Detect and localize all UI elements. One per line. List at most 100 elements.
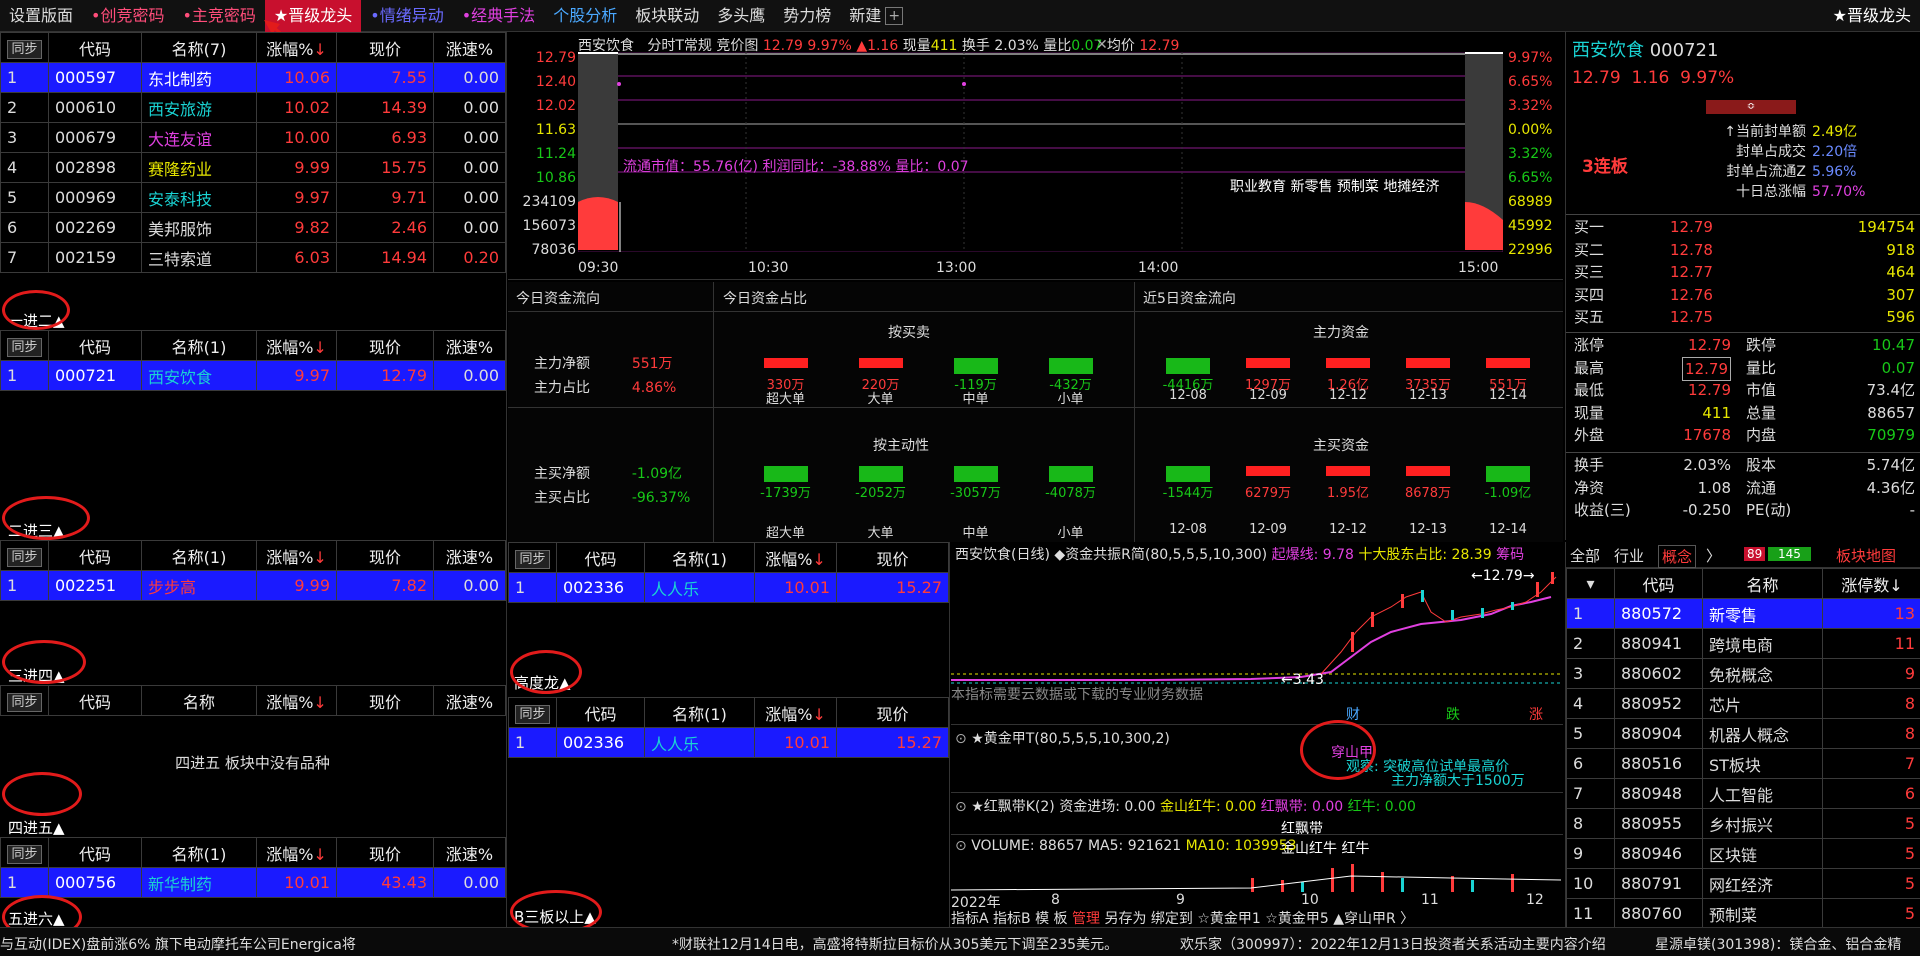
tab-bind[interactable]: 绑定到 [1151,911,1193,927]
col-change[interactable]: 涨幅%↓ [256,540,337,571]
tab-indicator-b[interactable]: 指标B [993,911,1031,927]
sector-row[interactable]: 1 880572 新零售 13 [1566,598,1920,629]
col-code[interactable]: 代码 [48,330,142,361]
table-row[interactable]: 1 002336 人人乐 10.01 15.27 [508,727,949,758]
menu-zhujing[interactable]: •主竞密码 [173,0,264,32]
indicator1-label[interactable]: ⊙ ★黄金甲T(80,5,5,5,10,300,2) [955,728,1170,748]
col-price[interactable]: 现价 [336,32,434,63]
kline-panel[interactable]: 西安饮食(日线) ◆资金共振R简(80,5,5,5,10,300) 起爆线: 9… [951,542,1563,927]
table-row[interactable]: 7 002159 三特索道 6.03 14.94 0.20 [0,242,506,273]
sector-row[interactable]: 7 880948 人工智能 6 [1566,778,1920,809]
menu-sector-link[interactable]: 板块联动 [626,0,708,32]
col-name[interactable]: 名称(1) [141,540,257,571]
col-sector-code[interactable]: 代码 [1614,568,1703,599]
tabs-more-icon[interactable]: 〉 [1706,545,1721,566]
table-row[interactable]: 1 000721 西安饮食 9.97 12.79 0.00 [0,360,506,391]
tab-concept[interactable]: 概念 [1658,545,1697,568]
tab-all[interactable]: 全部 [1570,545,1600,566]
order-book-row[interactable]: 买四 12.76 307 [1566,284,1920,307]
order-book-row[interactable]: 买五 12.75 596 [1566,306,1920,329]
tab-board[interactable]: 板 [1054,911,1068,927]
table-row[interactable]: 3 000679 大连友谊 10.00 6.93 0.00 [0,122,506,153]
col-code[interactable]: 代码 [48,32,142,63]
col-speed[interactable]: 涨速% [433,837,506,868]
col-price[interactable]: 现价 [836,697,949,728]
col-change[interactable]: 涨幅%↓ [256,837,337,868]
mark-down[interactable]: 跌 [1446,704,1460,724]
menu-bull-eagle[interactable]: 多头鹰 [708,0,774,32]
indicator2-label[interactable]: ⊙ ★红飘带K(2) 资金进场: 0.00 金山红牛: 0.00 红飘带: 0.… [955,796,1416,816]
col-speed[interactable]: 涨速% [433,685,506,716]
menu-stock-analysis[interactable]: 个股分析 [544,0,626,32]
col-name[interactable]: 名称(7) [141,32,257,63]
col-change[interactable]: 涨幅%↓ [256,32,337,63]
table-row[interactable]: 1 000756 新华制药 10.01 43.43 0.00 [0,867,506,898]
tabs-next-icon[interactable]: 〉 [1400,911,1414,927]
menu-new[interactable]: 新建 [840,0,883,32]
order-book-row[interactable]: 买二 12.78 918 [1566,239,1920,262]
section-label-4to5[interactable]: 四进五▲ [8,817,65,838]
col-name[interactable]: 名称(1) [141,330,257,361]
menu-emotion[interactable]: •情绪异动 [361,0,452,32]
sync-button[interactable]: 同步 [7,40,42,59]
ticker-item[interactable]: *财联社12月14日电，高盛将特斯拉目标价从305美元下调至235美元。 [672,934,1118,954]
tab-huangjin1[interactable]: ☆黄金甲1 [1197,911,1260,927]
tab-chuanshan[interactable]: ▲穿山甲R [1333,911,1396,927]
order-book-row[interactable]: 买一 12.79 194754 [1566,216,1920,239]
col-speed[interactable]: 涨速% [433,330,506,361]
col-name[interactable]: 名称(1) [644,542,755,573]
col-name[interactable]: 名称(1) [141,837,257,868]
col-price[interactable]: 现价 [336,330,434,361]
table-row[interactable]: 1 000597 东北制药 10.06 7.55 0.00 [0,62,506,93]
sector-row[interactable]: 8 880955 乡村振兴 5 [1566,808,1920,839]
col-change[interactable]: 涨幅%↓ [256,685,337,716]
col-code[interactable]: 代码 [48,685,142,716]
sync-button[interactable]: 同步 [515,550,550,569]
col-speed[interactable]: 涨速% [433,540,506,571]
col-speed[interactable]: 涨速% [433,32,506,63]
menu-power[interactable]: 势力榜 [774,0,840,32]
col-sector-name[interactable]: 名称 [1702,568,1823,599]
col-name[interactable]: 名称 [141,685,257,716]
col-code[interactable]: 代码 [556,697,645,728]
sync-button[interactable]: 同步 [515,705,550,724]
volume-label[interactable]: ⊙ VOLUME: 88657 MA5: 921621 MA10: 103995… [955,838,1297,854]
tab-huangjin5[interactable]: ☆黄金甲5 [1265,911,1328,927]
sync-button[interactable]: 同步 [7,693,42,712]
col-code[interactable]: 代码 [48,540,142,571]
sector-row[interactable]: 11 880760 预制菜 5 [1566,898,1920,929]
table-row[interactable]: 1 002336 人人乐 10.01 15.27 [508,572,949,603]
col-name[interactable]: 名称(1) [644,697,755,728]
add-tab-icon[interactable]: + [885,6,904,25]
close-icon[interactable]: ✕ [1096,37,1108,53]
tab-indicator-a[interactable]: 指标A [951,911,989,927]
ticker-item[interactable]: 星源卓镁(301398)：镁合金、铝合金精 [1655,934,1901,954]
mark-up[interactable]: 涨 [1529,704,1543,724]
col-code[interactable]: 代码 [556,542,645,573]
table-row[interactable]: 5 000969 安泰科技 9.97 9.71 0.00 [0,182,506,213]
sector-row[interactable]: 9 880946 区块链 5 [1566,838,1920,869]
table-row[interactable]: 4 002898 赛隆药业 9.99 15.75 0.00 [0,152,506,183]
sector-row[interactable]: 10 880791 网红经济 5 [1566,868,1920,899]
sync-button[interactable]: 同步 [7,338,42,357]
sync-button[interactable]: 同步 [7,548,42,567]
sector-row[interactable]: 3 880602 免税概念 9 [1566,658,1920,689]
menu-classic[interactable]: •经典手法 [453,0,544,32]
sector-row[interactable]: 4 880952 芯片 8 [1566,688,1920,719]
sector-row[interactable]: 2 880941 跨境电商 11 [1566,628,1920,659]
sector-row[interactable]: 6 880516 ST板块 7 [1566,748,1920,779]
sector-row[interactable]: 5 880904 机器人概念 8 [1566,718,1920,749]
table-row[interactable]: 1 002251 步步高 9.99 7.82 0.00 [0,570,506,601]
col-price[interactable]: 现价 [336,540,434,571]
col-change[interactable]: 涨幅%↓ [754,542,837,573]
collapse-icon[interactable]: ≎ [1706,100,1796,114]
col-price[interactable]: 现价 [836,542,949,573]
order-book-row[interactable]: 买三 12.77 464 [1566,261,1920,284]
tab-save-as[interactable]: 另存为 [1104,911,1146,927]
tab-manage[interactable]: 管理 [1072,911,1100,927]
ticker-item[interactable]: 与互动(IDEX)盘前涨6% 旗下电动摩托车公司Energica将 [0,934,356,954]
col-price[interactable]: 现价 [336,685,434,716]
ticker-item[interactable]: 欢乐家（300997）：2022年12月13日投资者关系活动主要内容介绍 [1180,934,1606,954]
col-code[interactable]: 代码 [48,837,142,868]
col-limitup-count[interactable]: 涨停数↓ [1822,568,1920,599]
